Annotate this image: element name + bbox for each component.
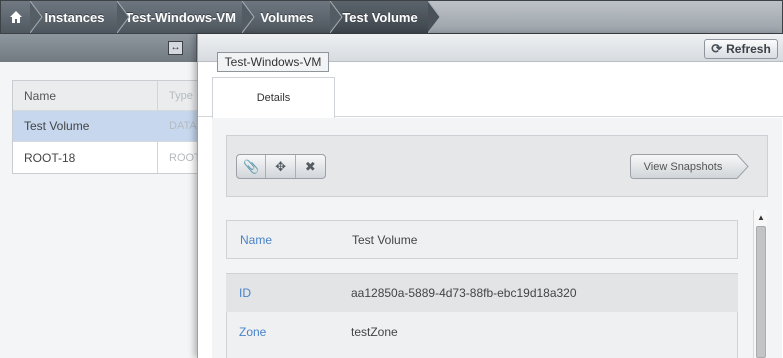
volume-table: Name Type Test Volume DATA ROOT-18 ROOT bbox=[12, 80, 198, 174]
table-header: Name Type bbox=[13, 81, 197, 111]
delete-icon[interactable]: ✖ bbox=[296, 155, 325, 178]
field-value: aa12850a-5889-4d73-88fb-ebc19d18a320 bbox=[351, 286, 577, 300]
vm-name-tooltip: Test-Windows-VM bbox=[217, 52, 329, 72]
field-label: ID bbox=[239, 286, 251, 300]
detail-panel: ⟳ Refresh Details 📎 ✥ ✖ View Snapshots N… bbox=[197, 34, 783, 358]
actions-bar: 📎 ✥ ✖ View Snapshots bbox=[226, 135, 768, 197]
tab-strip: Details bbox=[198, 77, 783, 118]
field-label: Zone bbox=[239, 325, 267, 339]
field-row-id: ID aa12850a-5889-4d73-88fb-ebc19d18a320 bbox=[226, 274, 738, 312]
breadcrumb: Instances Test-Windows-VM Volumes Test V… bbox=[0, 0, 783, 34]
table-row[interactable]: Test Volume DATA bbox=[13, 111, 197, 142]
breadcrumb-instances[interactable]: Instances bbox=[31, 1, 130, 33]
field-value: Test Volume bbox=[352, 232, 418, 247]
breadcrumb-separator bbox=[428, 1, 441, 33]
table-cell-name: Test Volume bbox=[13, 111, 158, 141]
breadcrumb-label: Volumes bbox=[260, 9, 314, 25]
tab-details[interactable]: Details bbox=[212, 77, 335, 118]
breadcrumb-volumes[interactable]: Volumes bbox=[243, 1, 343, 33]
view-snapshots-label: View Snapshots bbox=[643, 160, 723, 173]
breadcrumb-home[interactable] bbox=[1, 1, 43, 33]
list-panel-header: ↔ bbox=[0, 34, 197, 62]
vertical-scrollbar[interactable]: ▲ bbox=[753, 210, 767, 358]
scroll-up-icon[interactable]: ▲ bbox=[754, 210, 768, 224]
field-label: Name bbox=[240, 232, 273, 247]
breadcrumb-label: Test Volume bbox=[342, 9, 418, 25]
table-row[interactable]: ROOT-18 ROOT bbox=[13, 142, 197, 173]
breadcrumb-separator bbox=[117, 1, 130, 33]
breadcrumb-separator bbox=[30, 1, 43, 33]
view-snapshots-button[interactable]: View Snapshots bbox=[630, 154, 750, 179]
attach-icon[interactable]: 📎 bbox=[237, 155, 267, 178]
home-icon bbox=[10, 11, 22, 23]
list-panel: Name Type Test Volume DATA ROOT-18 ROOT bbox=[0, 62, 198, 358]
refresh-label: Refresh bbox=[726, 42, 771, 56]
breadcrumb-label: Instances bbox=[44, 9, 105, 25]
field-row-zone: Zone testZone bbox=[226, 313, 738, 351]
move-icon[interactable]: ✥ bbox=[266, 155, 296, 178]
column-header-type[interactable]: Type bbox=[158, 81, 197, 110]
table-cell-type: DATA bbox=[169, 120, 197, 132]
expand-collapse-icon[interactable]: ↔ bbox=[168, 41, 183, 55]
table-cell-name: ROOT-18 bbox=[13, 142, 158, 173]
breadcrumb-separator bbox=[330, 1, 343, 33]
breadcrumb-label: Test-Windows-VM bbox=[125, 9, 236, 25]
breadcrumb-test-volume[interactable]: Test Volume bbox=[331, 1, 441, 33]
refresh-icon: ⟳ bbox=[711, 41, 723, 56]
field-value: testZone bbox=[351, 325, 398, 339]
table-cell-type: ROOT bbox=[169, 151, 197, 164]
column-header-name[interactable]: Name bbox=[13, 81, 158, 110]
field-row-name: Name Test Volume bbox=[226, 220, 738, 259]
action-button-group: 📎 ✥ ✖ bbox=[236, 154, 326, 179]
refresh-button[interactable]: ⟳ Refresh bbox=[704, 39, 778, 59]
scroll-thumb[interactable] bbox=[756, 226, 766, 358]
breadcrumb-separator bbox=[242, 1, 255, 33]
breadcrumb-test-windows-vm[interactable]: Test-Windows-VM bbox=[118, 1, 255, 33]
